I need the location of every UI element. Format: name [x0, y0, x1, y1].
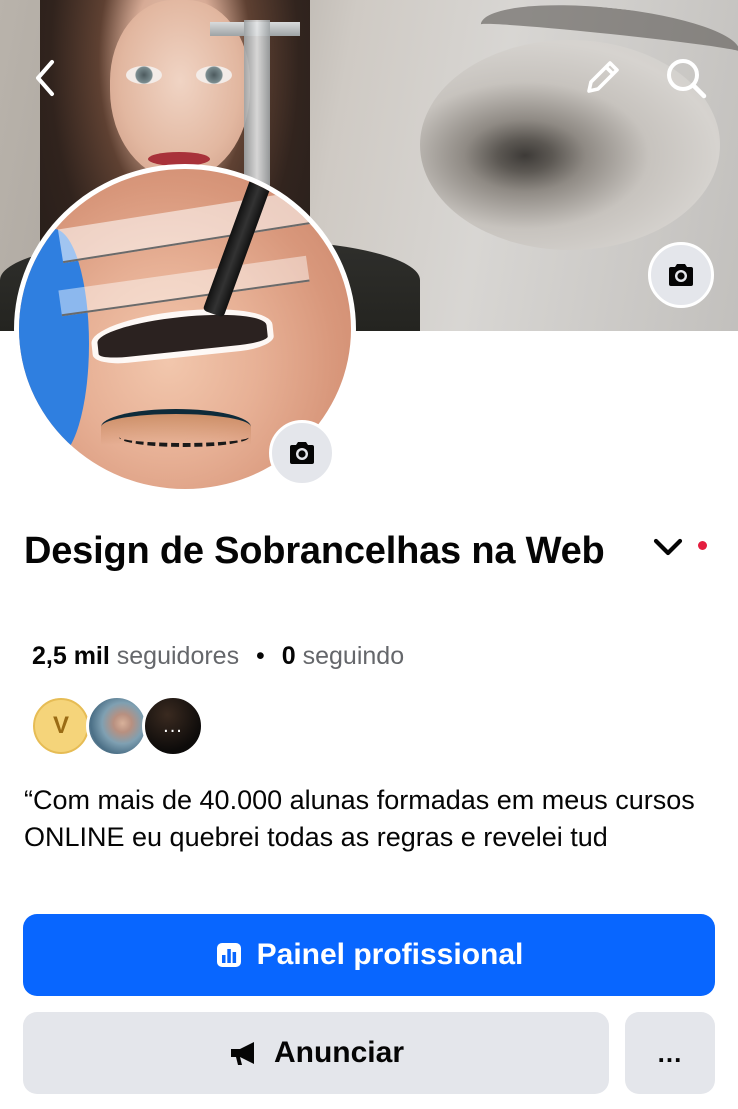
followers-preview[interactable]: V ... [30, 695, 204, 757]
profile-picture-glove [19, 229, 89, 459]
pencil-icon [587, 61, 619, 93]
edit-button[interactable] [580, 56, 624, 100]
profile-picture-ruler-lower [58, 255, 310, 317]
camera-icon [290, 442, 314, 464]
bio-text[interactable]: “Com mais de 40.000 alunas formadas em m… [24, 782, 724, 856]
profile-picture-eyebrow [95, 308, 269, 360]
followers-label: seguidores [116, 642, 240, 670]
notification-dot [698, 541, 707, 550]
profile-picture-pencil [202, 169, 282, 318]
followers-count: 2,5 mil [32, 642, 110, 670]
switch-profile-button[interactable] [648, 530, 688, 564]
follow-stats[interactable]: 2,5 mil seguidores • 0 seguindo [32, 640, 404, 672]
profile-picture-ruler [57, 188, 321, 264]
follower-avatar[interactable]: V [30, 695, 92, 757]
page-title: Design de Sobrancelhas na Web [24, 530, 605, 572]
more-options-button[interactable]: ... [625, 1012, 715, 1094]
edit-cover-photo-button[interactable] [648, 242, 714, 308]
stats-separator: • [256, 642, 265, 670]
following-count: 0 [281, 642, 296, 670]
advertise-label: Anunciar [273, 1036, 405, 1069]
chevron-down-icon [653, 538, 683, 556]
following-label: seguindo [302, 642, 405, 670]
dashboard-icon [215, 941, 243, 969]
professional-panel-label: Painel profissional [256, 938, 524, 971]
cover-person-eye-right [196, 66, 232, 84]
cover-person-eye-left [126, 66, 162, 84]
back-button[interactable] [24, 56, 68, 100]
follower-avatar[interactable] [86, 695, 148, 757]
chevron-left-icon [36, 60, 54, 96]
advertise-button[interactable]: Anunciar [23, 1012, 609, 1094]
edit-profile-picture-button[interactable] [269, 420, 335, 486]
megaphone-icon [228, 1039, 260, 1067]
more-followers-avatar[interactable]: ... [142, 695, 204, 757]
search-button[interactable] [662, 54, 710, 102]
search-icon [667, 59, 707, 99]
professional-panel-button[interactable]: Painel profissional [23, 914, 715, 996]
profile-picture-lashes [119, 427, 249, 447]
camera-icon [669, 264, 693, 286]
